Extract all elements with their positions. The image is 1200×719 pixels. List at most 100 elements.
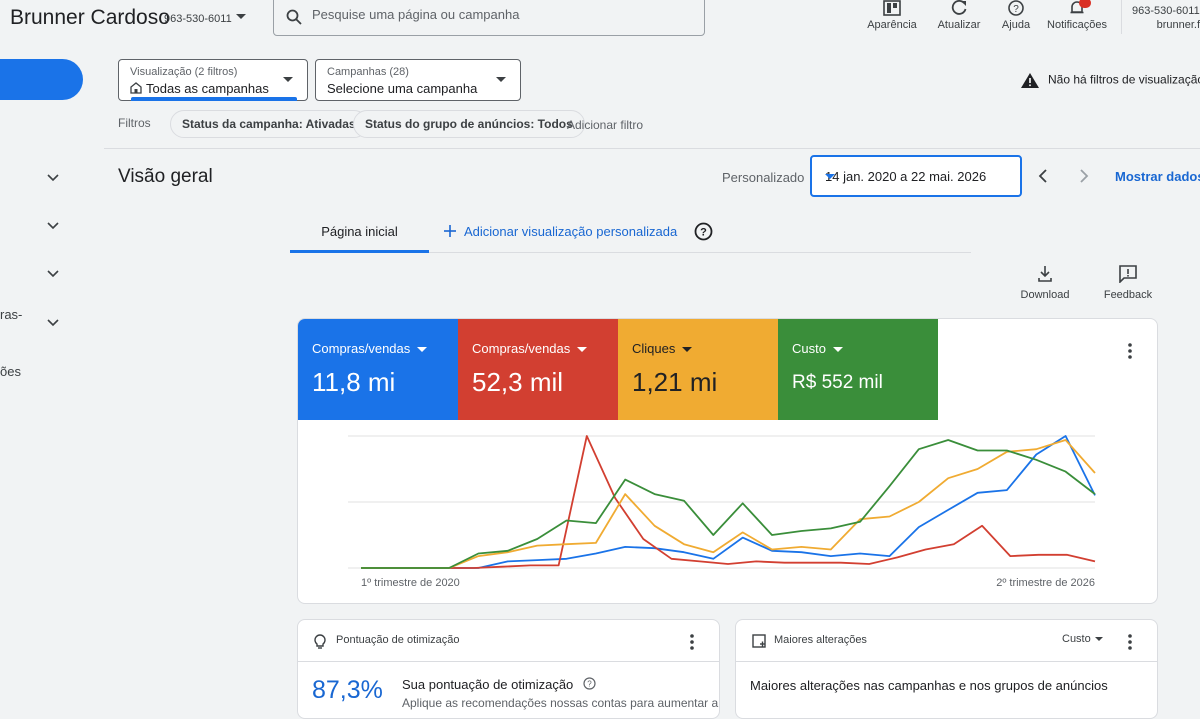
x-tick-label: 1º trimestre de 2020	[361, 577, 460, 589]
refresh-button[interactable]: Atualizar	[936, 0, 982, 31]
chevron-down-icon[interactable]	[46, 171, 60, 185]
add-custom-view-button[interactable]: Adicionar visualização personalizada	[444, 224, 677, 239]
optimization-score-card: Pontuação de otimização 87,3% Sua pontua…	[297, 619, 720, 719]
appearance-icon	[883, 0, 901, 16]
filter-chip-campaign-status[interactable]: Status da campanha: Ativadas	[170, 110, 368, 138]
account-right-id: 963-530-6011	[1132, 5, 1200, 17]
create-button[interactable]	[0, 59, 83, 100]
feedback-label: Feedback	[1103, 289, 1153, 301]
account-caret-icon[interactable]	[236, 14, 246, 19]
performance-card: Compras/vendas 11,8 mi Compras/vendas 52…	[297, 318, 1158, 604]
metric-value: 52,3 mil	[472, 367, 564, 397]
page-title: Visão geral	[118, 166, 213, 187]
add-filter-link[interactable]: Adicionar filtro	[567, 118, 643, 132]
campaign-select-label: Campanhas (28)	[327, 66, 409, 78]
optimization-subtext: Aplique as recomendações nossas contas p…	[402, 696, 719, 710]
metric-tile-conversions[interactable]: Compras/vendas 11,8 mi	[298, 319, 458, 420]
performance-line-chart: 1º trimestre de 2020 2º trimestre de 202…	[348, 435, 1096, 589]
optimization-title: Pontuação de otimização	[336, 634, 460, 646]
add-custom-view-label: Adicionar visualização personalizada	[464, 224, 678, 239]
metric-label: Compras/vendas	[472, 341, 588, 356]
date-range-value: 14 jan. 2020 a 22 mai. 2026	[825, 169, 987, 184]
metric-value: 11,8 mi	[312, 367, 396, 397]
caret-down-icon	[832, 347, 843, 353]
show-data-link[interactable]: Mostrar dados	[1115, 169, 1200, 184]
changes-icon	[752, 634, 766, 648]
sidebar-item-label[interactable]: ras-	[0, 307, 22, 322]
account-switcher[interactable]: 963-530-6011 brunner.f	[1132, 4, 1200, 32]
divider	[298, 661, 719, 662]
help-icon: ?	[1008, 0, 1024, 16]
biggest-changes-card: Maiores alterações Custo Maiores alteraç…	[735, 619, 1158, 719]
metric-tile-cost[interactable]: Custo R$ 552 mil	[778, 319, 938, 420]
warning-icon	[1021, 73, 1039, 88]
notification-badge	[1079, 0, 1091, 8]
help-icon[interactable]: ?	[694, 222, 713, 241]
download-icon	[1038, 266, 1052, 282]
view-filter-warning: Não há filtros de visualização a	[1020, 72, 1200, 89]
feedback-button[interactable]: Feedback	[1101, 265, 1155, 301]
download-button[interactable]: Download	[1017, 265, 1073, 301]
caret-down-icon	[417, 347, 428, 353]
help-button[interactable]: ? Ajuda	[1000, 0, 1032, 31]
plus-icon	[444, 225, 456, 237]
caret-down-icon	[496, 77, 506, 82]
caret-down-icon	[577, 347, 588, 353]
metric-label: Cliques	[632, 341, 693, 356]
sidebar-item-label[interactable]: ões	[0, 364, 21, 379]
campaign-select[interactable]: Campanhas (28) Selecione uma campanha	[315, 59, 521, 101]
svg-text:?: ?	[587, 680, 592, 689]
tab-home[interactable]: Página inicial	[290, 214, 429, 252]
metric-tile-conversions-2[interactable]: Compras/vendas 52,3 mil	[458, 319, 618, 420]
refresh-icon	[951, 0, 967, 15]
changes-title: Maiores alterações	[774, 634, 867, 646]
divider	[104, 148, 1200, 149]
more-vert-icon[interactable]	[690, 634, 694, 650]
toolbar-divider	[1121, 0, 1122, 34]
notifications-button[interactable]: Notificações	[1045, 0, 1109, 31]
metric-label: Custo	[792, 341, 843, 356]
campaign-select-value: Selecione uma campanha	[327, 81, 478, 96]
caret-down-icon	[1094, 637, 1103, 642]
appearance-button[interactable]: Aparência	[866, 0, 918, 31]
building-icon	[130, 82, 142, 94]
caret-down-icon	[283, 77, 293, 82]
chart-grid	[348, 435, 1095, 569]
view-filter-value: Todas as campanhas	[130, 81, 269, 96]
chevron-down-icon[interactable]	[46, 267, 60, 281]
chevron-down-icon[interactable]	[46, 316, 60, 330]
chevron-right-icon[interactable]	[1076, 168, 1092, 184]
metric-label: Compras/vendas	[312, 341, 428, 356]
filters-label: Filtros	[118, 116, 151, 130]
help-icon[interactable]: ?	[583, 677, 596, 690]
account-right-name: brunner.f	[1156, 19, 1200, 31]
filter-chip-adgroup-status[interactable]: Status do grupo de anúncios: Todos	[353, 110, 585, 138]
search-box[interactable]	[273, 0, 705, 36]
changes-metric-dropdown[interactable]: Custo	[1062, 633, 1103, 645]
appearance-label: Aparência	[867, 19, 917, 31]
view-filter-select[interactable]: Visualização (2 filtros) Todas as campan…	[118, 59, 308, 101]
search-icon	[286, 9, 302, 25]
divider	[736, 661, 1157, 662]
svg-text:?: ?	[700, 227, 707, 239]
notifications-label: Notificações	[1047, 19, 1107, 31]
search-input[interactable]	[310, 6, 694, 23]
more-vert-icon[interactable]	[1128, 634, 1132, 650]
more-vert-icon[interactable]	[1128, 343, 1132, 359]
feedback-icon	[1119, 265, 1137, 283]
help-label: Ajuda	[1001, 19, 1031, 31]
caret-down-icon	[682, 347, 693, 353]
date-range-picker[interactable]: 14 jan. 2020 a 22 mai. 2026	[810, 155, 1022, 197]
view-filter-text: Todas as campanhas	[146, 81, 269, 96]
warning-text: Não há filtros de visualização a	[1048, 72, 1200, 87]
chevron-down-icon[interactable]	[46, 219, 60, 233]
account-name[interactable]: Brunner Cardoso	[10, 6, 170, 30]
chevron-left-icon[interactable]	[1035, 168, 1051, 184]
download-label: Download	[1020, 289, 1070, 301]
refresh-label: Atualizar	[937, 19, 981, 31]
changes-heading: Maiores alterações nas campanhas e nos g…	[750, 678, 1108, 693]
account-id[interactable]: 963-530-6011	[164, 13, 232, 25]
metric-tile-clicks[interactable]: Cliques 1,21 mi	[618, 319, 778, 420]
optimization-score[interactable]: 87,3%	[312, 676, 383, 705]
lightbulb-icon	[314, 634, 326, 649]
